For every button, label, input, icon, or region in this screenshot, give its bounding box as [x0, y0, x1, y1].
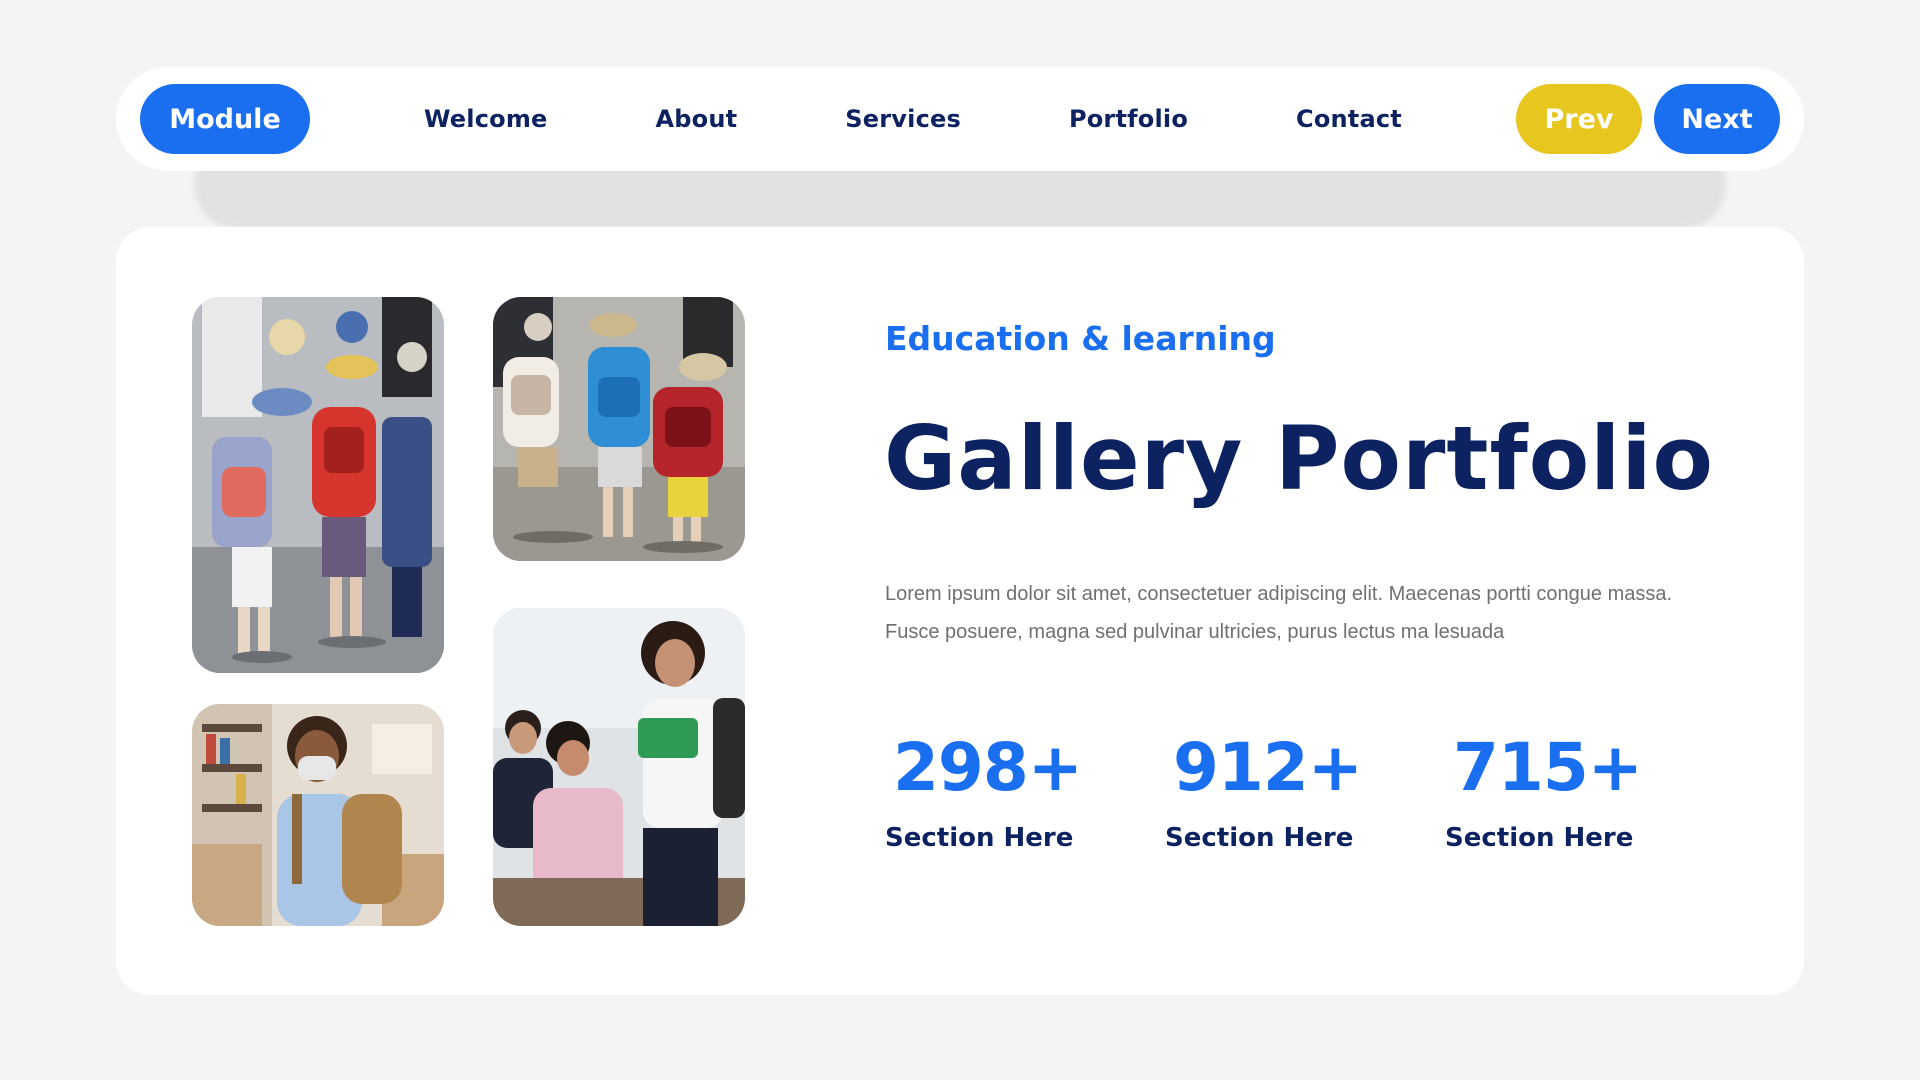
- prev-button[interactable]: Prev: [1516, 84, 1642, 154]
- stat-label: Section Here: [885, 823, 1074, 853]
- nav-link-contact[interactable]: Contact: [1296, 105, 1402, 133]
- slide: Module Welcome About Services Portfolio …: [0, 0, 1920, 1080]
- stat-label: Section Here: [1165, 823, 1354, 853]
- nav-links: Welcome About Services Portfolio Contact: [310, 105, 1516, 133]
- stats-row: 298+ Section Here 912+ Section Here 715+…: [885, 729, 1725, 854]
- description-text: Lorem ipsum dolor sit amet, consectetuer…: [885, 583, 1673, 643]
- next-button[interactable]: Next: [1654, 84, 1780, 154]
- stat-label: Section Here: [1445, 823, 1634, 853]
- nav-link-welcome[interactable]: Welcome: [424, 105, 548, 133]
- navbar: Module Welcome About Services Portfolio …: [116, 67, 1804, 171]
- stat-item: 298+ Section Here: [885, 729, 1165, 854]
- nav-link-services[interactable]: Services: [845, 105, 961, 133]
- module-button[interactable]: Module: [140, 84, 310, 154]
- stat-value: 912+: [1173, 729, 1363, 806]
- stat-item: 715+ Section Here: [1445, 729, 1725, 854]
- stat-item: 912+ Section Here: [1165, 729, 1445, 854]
- section-subtitle: Education & learning: [885, 319, 1276, 358]
- content-card: Education & learning Gallery Portfolio L…: [116, 227, 1804, 995]
- photo-student-masked: [192, 704, 444, 926]
- nav-link-portfolio[interactable]: Portfolio: [1069, 105, 1188, 133]
- stat-value: 298+: [893, 729, 1083, 806]
- page-title: Gallery Portfolio: [884, 407, 1714, 510]
- stat-value: 715+: [1453, 729, 1643, 806]
- nav-link-about[interactable]: About: [656, 105, 738, 133]
- photo-classroom: [493, 608, 745, 926]
- photo-kids-crowd: [192, 297, 444, 673]
- photo-kids-backpacks: [493, 297, 745, 561]
